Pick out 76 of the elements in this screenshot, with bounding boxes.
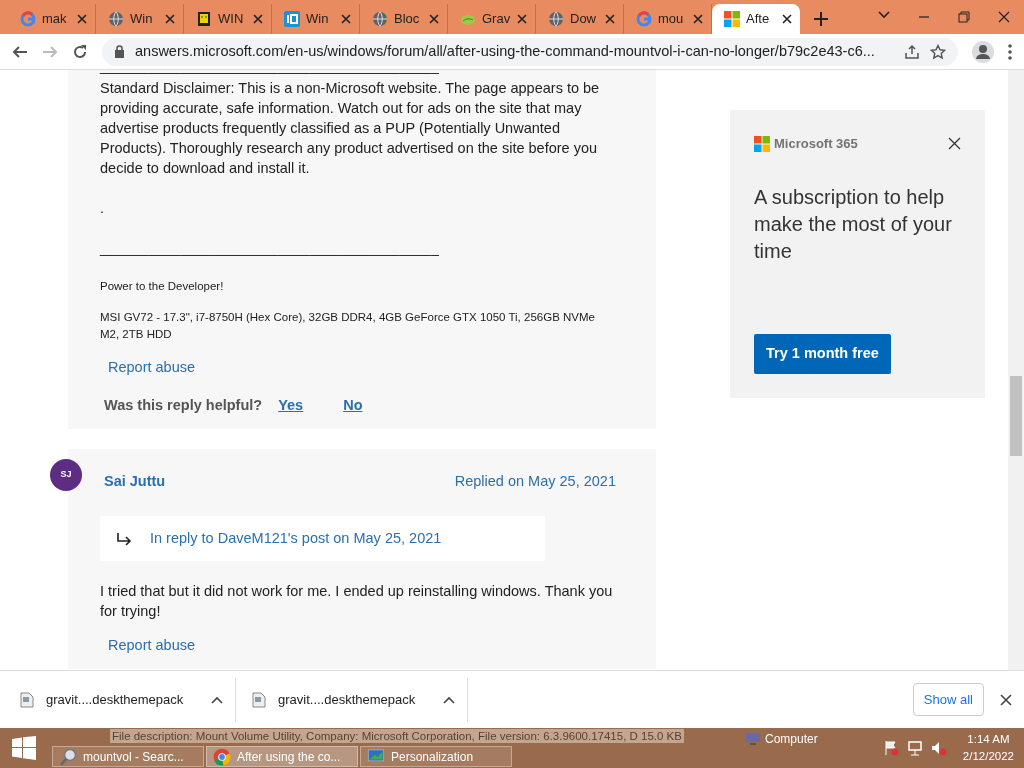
taskbar-button[interactable]: mountvol - Searc... [52,746,204,767]
file-icon [252,691,266,708]
helpful-question: Was this reply helpful? [104,395,263,415]
reply-text: __________________________________________ [100,239,440,258]
close-icon[interactable] [782,14,792,24]
reply-text: . [100,199,106,218]
scrollbar[interactable] [1008,70,1024,670]
taskbar-button[interactable]: Personalization [360,746,512,767]
globe-icon [372,11,388,27]
muted-speaker-icon[interactable] [930,740,947,756]
magnifier-icon [59,747,77,766]
windows-logo-icon [12,736,36,760]
clock-time[interactable]: 1:14 AM [962,730,1014,748]
url-text: answers.microsoft.com/en-us/windows/forum/all/after-using-the-command-mountvol-i-can-no-longer/b79c2e43-c6... [135,41,876,61]
close-icon[interactable] [605,14,615,24]
trial-button[interactable]: Try 1 month free [754,334,891,374]
flag-icon[interactable] [882,740,899,756]
address-bar[interactable]: answers.microsoft.com/en-us/windows/forum/all/after-using-the-command-mountvol-i-can-no-longer/b79c2e43-c6... [102,37,958,66]
pixel-art-icon [196,11,212,27]
chrome-icon [213,747,231,766]
show-all-button[interactable]: Show all [912,682,984,717]
star-icon[interactable] [930,43,946,60]
no-link[interactable]: No [343,394,363,417]
close-icon[interactable] [693,14,703,24]
caret-icon[interactable] [211,695,223,704]
close-icon[interactable] [165,14,175,24]
share-icon[interactable] [904,43,920,60]
clock-date[interactable]: 2/12/2022 [962,748,1014,766]
reply-arrow-icon [116,531,132,546]
windows-logo-icon [754,135,770,152]
tab-search-icon[interactable] [878,11,890,19]
reload-icon[interactable] [72,43,88,60]
windows-logo-icon [724,11,740,27]
reply-text: Standard Disclaimer: This is a non-Microsoft website. The page appears to be providing accurate, safe information. Watch out for ads on the site that may advertise products frequently classified as a PUP (Potentially Unwanted Products). Thoroughly research any product advertised on the site before you decide to download and install it. [100,79,601,178]
back-icon[interactable] [12,43,28,60]
globe-icon [108,11,124,27]
caret-icon[interactable] [443,695,455,704]
globe-icon [548,11,564,27]
desktop-item-label: Computer [765,731,818,748]
close-icon[interactable] [948,137,961,151]
signature-text: Power to the Developer! [100,279,225,294]
file-icon [20,691,34,708]
in-reply-link[interactable]: In reply to DaveM121's post on May 25, 2021 [150,527,442,550]
monitor-icon [367,747,385,766]
report-abuse-link[interactable]: Report abuse [108,357,196,379]
reply-text: I tried that but it did not work for me. I ended up reinstalling windows. Thank you for trying! [100,582,614,622]
close-icon[interactable] [341,14,351,24]
ad-headline: A subscription to help make the most of your time [754,184,953,264]
new-tab-icon[interactable] [814,12,828,26]
tooltip-text: File description: Mount Volume Utility, Company: Microsoft Corporation, File version: 6.3.9600.17415, D 15.0 KB [110,729,684,743]
close-icon[interactable] [77,14,87,24]
network-icon[interactable] [906,740,923,756]
signature-text: MSI GV72 - 17.3", i7-8750H (Hex Core), 32GB DDR4, 4GB GeForce GTX 1050 Ti, 256GB NVMe M2, 2TB HDD [100,310,596,342]
close-icon[interactable] [998,11,1010,23]
google-icon [636,11,652,27]
app-tile-icon [284,11,300,27]
computer-icon [745,732,761,746]
google-icon [20,11,36,27]
file-name[interactable]: gravit....deskthemepack [278,689,431,710]
profile-icon[interactable] [972,40,994,63]
reply-date: Replied on May 25, 2021 [454,471,616,491]
reply-text: __________________________________________ [100,70,440,76]
brand-name: Microsoft 365 [774,135,858,153]
report-abuse-link[interactable]: Report abuse [108,635,196,657]
author-link[interactable]: Sai Juttu [104,470,166,493]
close-icon[interactable] [429,14,439,24]
browser-tab[interactable]: Afte [712,4,800,34]
close-icon[interactable] [517,14,527,24]
yes-link[interactable]: Yes [278,394,304,417]
file-name[interactable]: gravit....deskthemepack [46,689,199,710]
close-icon[interactable] [253,14,263,24]
close-icon[interactable] [1000,693,1012,706]
lock-icon [114,45,125,58]
menu-icon[interactable] [1008,43,1012,60]
restore-icon[interactable] [958,11,970,23]
avatar: SJ [50,458,82,491]
